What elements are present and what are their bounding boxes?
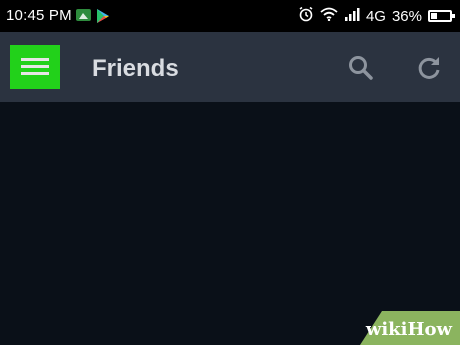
- play-store-icon: [96, 8, 110, 29]
- refresh-button[interactable]: [414, 53, 444, 83]
- alarm-icon: [298, 6, 314, 27]
- hamburger-menu-icon: [21, 56, 49, 78]
- friends-list-area: [0, 102, 460, 345]
- page-title: Friends: [92, 55, 179, 82]
- app-bar: Friends: [0, 32, 460, 102]
- signal-icon: [344, 7, 360, 26]
- status-right-group: 4G 36%: [298, 6, 455, 27]
- refresh-icon: [418, 57, 440, 79]
- wikihow-watermark: wikiHow: [360, 311, 460, 345]
- network-type: 4G: [365, 7, 386, 25]
- status-time: 10:45 PM: [6, 7, 72, 24]
- search-button[interactable]: [346, 53, 376, 83]
- battery-level-fill: [431, 13, 438, 19]
- search-icon: [349, 56, 373, 80]
- battery-icon: [428, 10, 455, 22]
- wifi-icon: [320, 7, 338, 26]
- menu-button[interactable]: [10, 45, 60, 89]
- battery-percent: 36%: [391, 7, 422, 25]
- watermark-text: wikiHow: [365, 319, 452, 340]
- status-bar: 10:45 PM 4G 36%: [0, 0, 460, 32]
- notification-icon: [76, 9, 91, 21]
